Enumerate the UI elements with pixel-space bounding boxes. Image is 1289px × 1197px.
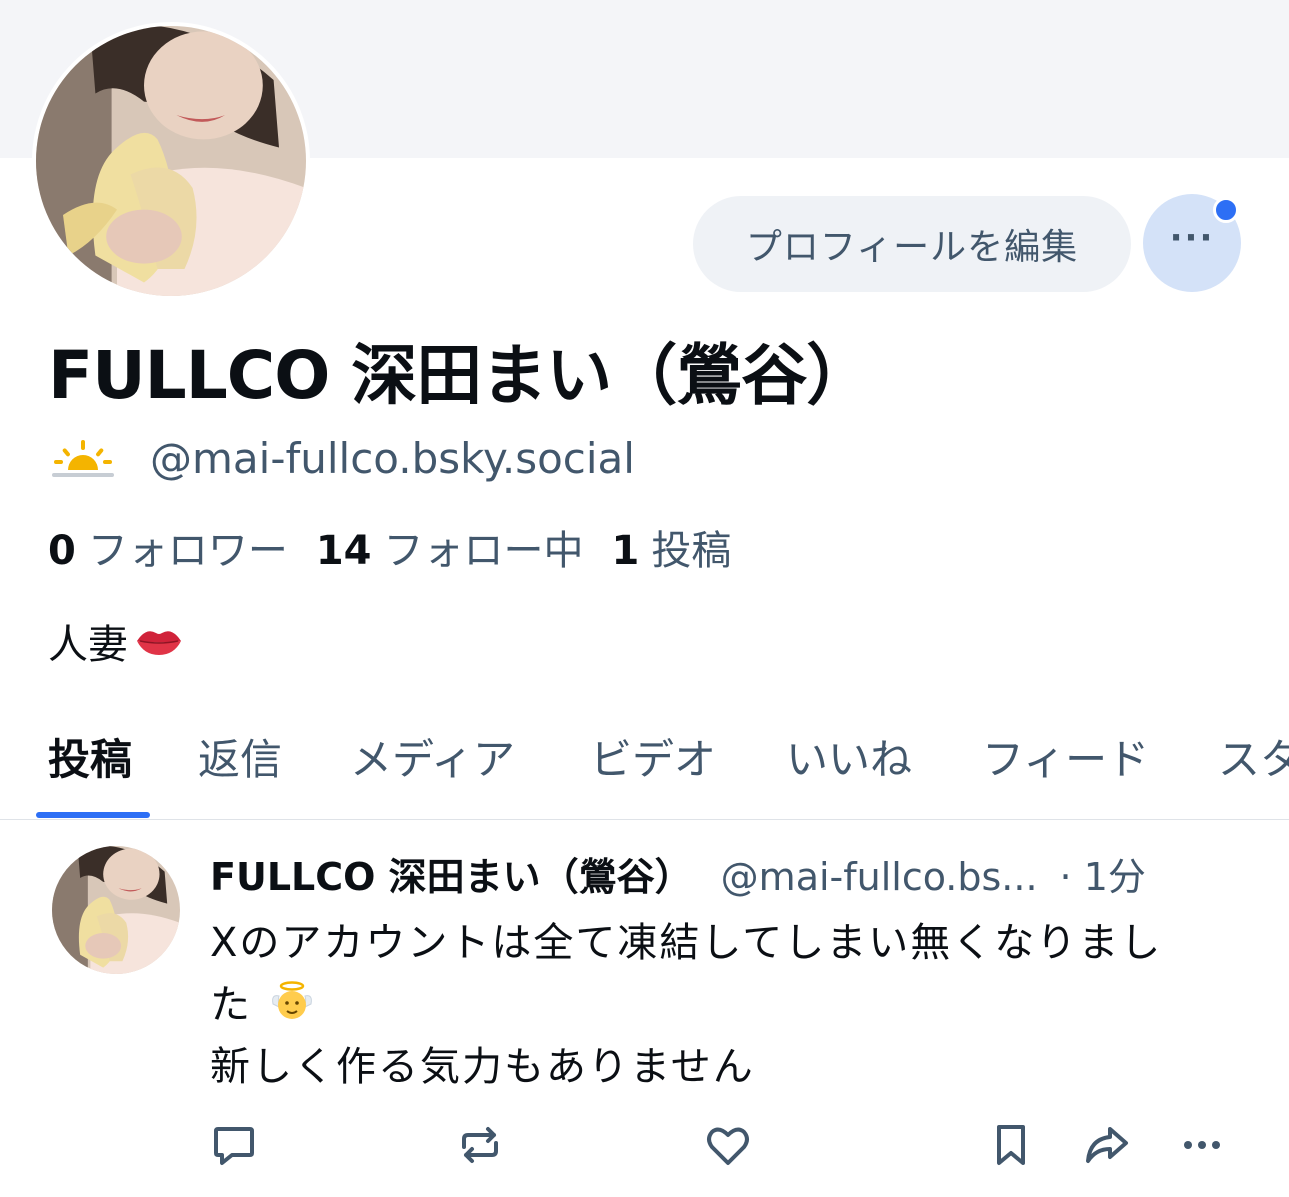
post-avatar[interactable] [52, 846, 180, 974]
post-text-fragment: た [210, 982, 252, 1028]
bookmark-icon [997, 1125, 1025, 1165]
post-text-line: 新しく作る気力もありません [210, 1044, 755, 1090]
followers-count[interactable]: 0 [48, 528, 76, 574]
profile-handle: @mai-fullco.bsky.social [150, 433, 635, 483]
like-icon [707, 1127, 749, 1165]
notification-dot [1213, 197, 1239, 223]
posts-label: 投稿 [651, 528, 732, 574]
tab-media[interactable]: メディア [350, 726, 515, 787]
repost-icon [462, 1127, 498, 1163]
handle-row: @mai-fullco.bsky.social [50, 432, 635, 484]
post-timestamp[interactable]: · 1分 [1060, 846, 1146, 901]
following-count[interactable]: 14 [316, 528, 372, 574]
reply-button[interactable] [208, 1120, 260, 1170]
tab-posts[interactable]: 投稿 [48, 726, 132, 787]
edit-profile-button[interactable]: プロフィールを編集 [693, 196, 1131, 292]
more-icon [1184, 1141, 1220, 1149]
post-header: FULLCO 深田まい（鶯谷） @mai-fullco.bs... · 1分 [210, 846, 1260, 901]
post-author-name[interactable]: FULLCO 深田まい（鶯谷） [210, 846, 693, 901]
profile-avatar[interactable] [32, 22, 310, 300]
post-author-handle[interactable]: @mai-fullco.bs... [721, 855, 1038, 899]
following-label[interactable]: フォロー中 [384, 518, 584, 576]
followers-label[interactable]: フォロワー [88, 518, 288, 576]
profile-tabs: 投稿 返信 メディア ビデオ いいね フィード スタ [0, 700, 1289, 820]
profile-stats: 0 フォロワー 14 フォロー中 1 投稿 [48, 518, 759, 576]
sunrise-icon [52, 440, 114, 477]
post-more-button[interactable] [1176, 1120, 1228, 1170]
reply-icon [214, 1127, 254, 1165]
ellipsis-icon: ··· [1169, 218, 1215, 258]
share-icon [1086, 1127, 1128, 1163]
baby-angel-icon [271, 981, 312, 1019]
tab-starter-packs[interactable]: スタ [1218, 726, 1289, 787]
bio-text: 人妻 [48, 622, 128, 668]
profile-display-name: FULLCO 深田まい（鶯谷） [48, 337, 872, 414]
tab-likes[interactable]: いいね [786, 726, 912, 787]
post-text[interactable]: Xのアカウントは全て凍結してしまい無くなりまし た 新しく作る気力もありません [210, 912, 1250, 1098]
avatar-photo-small [52, 846, 180, 974]
share-button[interactable] [1080, 1120, 1132, 1170]
profile-bio: 人妻 [48, 612, 184, 670]
tab-replies[interactable]: 返信 [198, 726, 282, 787]
bookmark-button[interactable] [985, 1120, 1037, 1170]
tab-feeds[interactable]: フィード [982, 726, 1149, 787]
repost-button[interactable] [454, 1120, 506, 1170]
like-button[interactable] [702, 1120, 754, 1170]
avatar-photo [36, 26, 306, 296]
post-actions [0, 1120, 1289, 1170]
tab-videos[interactable]: ビデオ [590, 726, 716, 787]
lips-icon [137, 631, 181, 655]
active-tab-indicator [36, 812, 150, 818]
posts-count: 1 [611, 528, 640, 574]
post-text-line: た [210, 974, 1250, 1036]
post-text-line: Xのアカウントは全て凍結してしまい無くなりまし [210, 920, 1163, 966]
